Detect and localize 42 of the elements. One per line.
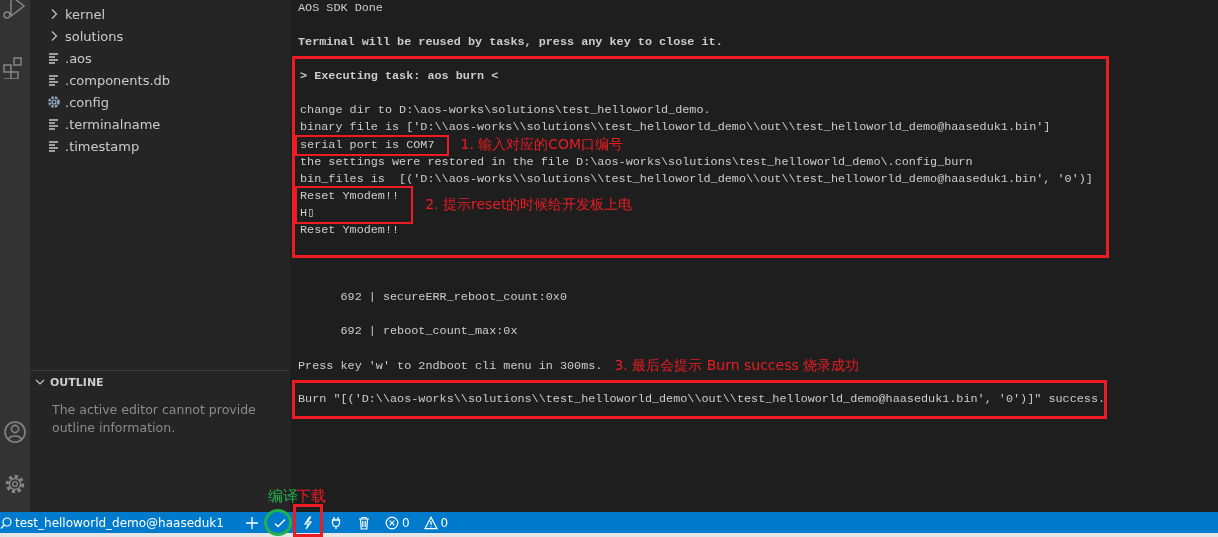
terminal-line: 692 | reboot_count_max:0x: [339, 323, 519, 340]
terminal-line: Press key 'w' to 2ndboot cli menu in 300ms.: [298, 357, 603, 375]
folder-item[interactable]: solutions: [30, 25, 290, 47]
annotation-note: 1. 输入对应的COM口编号: [460, 136, 624, 154]
annotation-frame: [292, 504, 323, 537]
trash-icon: [356, 515, 371, 530]
terminal-line: AOS SDK Done: [298, 0, 384, 17]
annotation-note: 2. 提示reset的时候给开发板上电: [425, 196, 633, 214]
outline-message: The active editor cannot provide outline information.: [51, 401, 257, 437]
settings-icon[interactable]: [3, 472, 27, 496]
workspace-status[interactable]: test_helloworld_demo@haaseduk1: [0, 515, 238, 530]
file-item[interactable]: .timestamp: [30, 135, 290, 157]
terminal-line: Reset Ymodem!!: [300, 188, 400, 205]
folder-item[interactable]: kernel: [30, 3, 290, 25]
terminal-line: Reset Ymodem!!: [300, 222, 401, 239]
annotation-note: 下载: [295, 487, 326, 506]
warnings-status-button[interactable]: 0: [416, 512, 456, 533]
terminal-line: change dir to D:\aos-works\solutions\test_helloworld_demo.: [300, 102, 712, 119]
error-icon: [384, 515, 399, 530]
annotation-note: 编译: [267, 487, 298, 506]
file-item[interactable]: .config: [30, 91, 290, 113]
outline-header[interactable]: OUTLINE: [30, 371, 290, 393]
account-icon[interactable]: [3, 420, 27, 444]
terminal-line: serial port is COM7: [300, 136, 435, 154]
terminal-line: Terminal will be reused by tasks, press any key to close it.: [298, 34, 724, 51]
terminal-line: > Executing task: aos burn <: [300, 68, 500, 85]
file-item[interactable]: .terminalname: [30, 113, 290, 135]
gear-icon: [46, 94, 62, 110]
terminal-line: the settings were restored in the file D:\aos-works\solutions\test_helloworld_demo\.config_burn: [300, 154, 974, 171]
file-item[interactable]: .components.db: [30, 69, 290, 91]
annotation-note: 3. 最后会提示 Burn success 烧录成功: [614, 357, 860, 375]
terminal-line: 692 | secureERR_reboot_count:0x0: [339, 289, 568, 306]
add-icon: [244, 515, 259, 530]
terminal-line: bin_files is [('D:\\aos-works\\solutions\\test_helloworld_demo\\out\\test_helloworld_demo@haaseduk1.bin', '0')]: [300, 171, 1094, 188]
search-icon: [0, 516, 12, 529]
errors-status-button[interactable]: 0: [377, 512, 417, 533]
file-item[interactable]: .aos: [30, 47, 290, 69]
run-debug-icon[interactable]: [3, 0, 27, 20]
terminal-line: H▯: [300, 205, 316, 222]
warning-icon: [423, 515, 438, 530]
terminal-line: binary file is ['D:\\aos-works\\solutions\\test_helloworld_demo\\out\\test_helloworld_demo@haaseduk1.bin']: [300, 119, 1052, 136]
terminal-line: Burn "[('D:\\aos-works\\solutions\\test_helloworld_demo\\out\\test_helloworld_demo@haaseduk1.bin', '0')]" success.: [298, 391, 1104, 408]
